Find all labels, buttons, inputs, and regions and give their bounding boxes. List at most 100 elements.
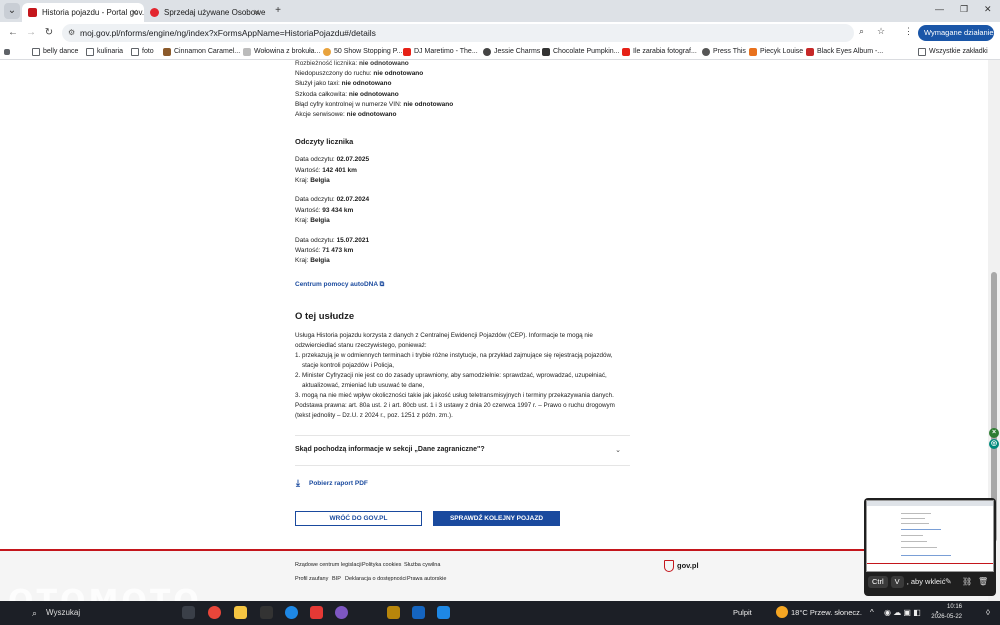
all-bookmarks[interactable]: Wszystkie zakładki [918, 46, 988, 58]
bookmark-foto[interactable]: foto [131, 46, 154, 58]
bookmark-piecyk-louise[interactable]: Piecyk Louise [749, 46, 803, 58]
bookmark-kulinaria[interactable]: kulinaria [86, 46, 123, 58]
explorer-folder-icon[interactable] [387, 606, 400, 619]
zoom-icon[interactable]: ⌕ [859, 26, 864, 37]
youtube-icon [403, 48, 411, 56]
notification-bell-icon[interactable]: ◊ [986, 606, 990, 619]
reload-icon[interactable]: ↻ [42, 26, 56, 40]
reading-date: Data odczytu: 15.07.2021 [295, 237, 370, 244]
footer-link-profil-zaufany[interactable]: Profil zaufany [295, 576, 328, 582]
clock-time[interactable]: 10:16 [940, 604, 962, 610]
bookmark-wolowina[interactable]: Wołowina z brokuła... [243, 46, 320, 58]
camera-app-icon[interactable] [260, 606, 273, 619]
check-another-vehicle-button[interactable]: SPRAWDŹ KOLEJNY POJAZD [433, 511, 560, 526]
bookmark-star-icon[interactable]: ☆ [877, 26, 885, 37]
tab-strip: ⌄ Historia pojazdu - Portal gov.pl ✕ Spr… [0, 0, 1000, 22]
footer-link-civil-service[interactable]: Służba cywilna [404, 562, 440, 568]
minimize-icon[interactable]: — [935, 4, 944, 14]
footer-link-bip[interactable]: BIP [332, 576, 341, 582]
odometer-heading: Odczyty licznika [295, 137, 354, 146]
bookmark-ile-zarabia[interactable]: Ile zarabia fotograf... [622, 46, 697, 58]
paste-hint: Ctrl V, aby wkleić [868, 576, 945, 588]
status-row-partial: Rozbieżność licznika: nie odnotowano [295, 60, 409, 67]
bookmark-black-eyes[interactable]: Black Eyes Album -... [806, 46, 883, 58]
status-row: Szkoda całkowita: nie odnotowano [295, 91, 399, 98]
clipboard-popup: Ctrl V, aby wkleić ✎ ⛓ 🗑 [864, 498, 996, 596]
outlook-icon[interactable] [412, 606, 425, 619]
folder-icon [86, 48, 94, 56]
browser-chrome: ⌄ Historia pojazdu - Portal gov.pl ✕ Spr… [0, 0, 1000, 66]
folder-icon [32, 48, 40, 56]
tab-historia-pojazdu[interactable]: Historia pojazdu - Portal gov.pl ✕ [22, 3, 144, 22]
reading-country: Kraj: Belgia [295, 217, 330, 224]
footer-link-copyright[interactable]: Prawa autorskie [407, 576, 446, 582]
close-tab-icon[interactable]: ✕ [253, 3, 260, 22]
gear-icon[interactable]: ◎ [989, 439, 999, 449]
taskbar-search[interactable]: ⌕ Wyszukaj [30, 605, 170, 621]
app-icon[interactable] [335, 606, 348, 619]
search-icon: ⌕ [32, 608, 38, 618]
reading-value: Wartość: 93 434 km [295, 207, 354, 214]
reading-value: Wartość: 142 401 km [295, 167, 357, 174]
tray-app-icons[interactable]: ◉ ☁ ▣ ◧ [884, 606, 921, 619]
close-circle-icon[interactable]: × [989, 428, 999, 438]
tab-otomoto[interactable]: Sprzedaj używane Osobowe | O ✕ [144, 3, 266, 22]
screenshot-thumbnail[interactable] [866, 500, 994, 572]
autodna-help-link[interactable]: Centrum pomocy autoDNA ⧉ [295, 281, 384, 289]
dropbox-icon[interactable] [437, 606, 450, 619]
back-to-govpl-button[interactable]: WRÓĆ DO GOV.PL [295, 511, 422, 526]
address-bar[interactable]: ⚙ moj.gov.pl/nforms/engine/ng/index?xFor… [62, 24, 854, 42]
bookmark-dj-maretimo[interactable]: DJ Maretimo - The... [403, 46, 478, 58]
reading-date: Data odczytu: 02.07.2025 [295, 156, 370, 163]
bookmark-50-show[interactable]: 50 Show Stopping P... [323, 46, 402, 58]
about-heading: O tej usłudze [295, 311, 355, 322]
footer-link-cookies[interactable]: Polityka cookies [362, 562, 401, 568]
status-row: Błąd cyfry kontrolnej w numerze VIN: nie… [295, 101, 454, 108]
divider [295, 465, 630, 466]
reading-value: Wartość: 71 473 km [295, 247, 354, 254]
close-window-icon[interactable]: ✕ [984, 4, 992, 15]
bookmark-belly-dance[interactable]: belly dance [32, 46, 78, 58]
new-tab-icon[interactable]: + [270, 3, 286, 19]
edit-icon[interactable]: ✎ [945, 577, 952, 586]
bookmark-cinnamon[interactable]: Cinnamon Caramel... [163, 46, 240, 58]
folder-icon [131, 48, 139, 56]
page-content: Rozbieżność licznika: nie odnotowano Nie… [0, 60, 988, 601]
file-explorer-icon[interactable] [234, 606, 247, 619]
tab-search-icon[interactable]: ⌄ [4, 3, 20, 19]
status-row: Służył jako taxi: nie odnotowano [295, 80, 392, 87]
footer-link-rcl[interactable]: Rządowe centrum legislacji [295, 562, 362, 568]
action-required-button[interactable]: Wymagane działanie ⋮ [918, 25, 994, 53]
browser-toolbar: ← → ↻ ⚙ moj.gov.pl/nforms/engine/ng/inde… [0, 22, 1000, 53]
reading-country: Kraj: Belgia [295, 177, 330, 184]
polish-emblem-icon [664, 560, 674, 572]
extensions-icon[interactable]: ⋮ [904, 26, 913, 37]
footer-link-accessibility[interactable]: Deklaracja o dostępności [345, 576, 406, 582]
clock-date[interactable]: 2026-05-22 [924, 614, 962, 620]
tray-overflow-icon[interactable]: ^ [870, 606, 874, 619]
maximize-icon[interactable]: ❐ [960, 4, 968, 15]
chrome-icon[interactable] [208, 606, 221, 619]
back-icon[interactable]: ← [6, 26, 20, 40]
forward-icon[interactable]: → [24, 26, 38, 40]
chevron-down-icon: ⌄ [615, 447, 621, 454]
external-link-icon: ⧉ [379, 281, 385, 288]
link-icon[interactable]: ⛓ [962, 577, 972, 586]
gov-favicon-icon [28, 8, 37, 17]
divider [295, 435, 630, 436]
desktop-label[interactable]: Pulpit [733, 606, 752, 619]
weather-text[interactable]: 18°C Przew. słonecz. [791, 606, 862, 619]
site-info-icon[interactable]: ⚙ [68, 24, 75, 42]
office-icon[interactable] [310, 606, 323, 619]
bookmark-chocolate[interactable]: Chocolate Pumpkin... [542, 46, 620, 58]
govpl-logo[interactable]: gov.pl [677, 561, 699, 570]
download-icon: ⤓ [296, 478, 300, 488]
task-view-icon[interactable] [182, 606, 195, 619]
bookmark-jessie-charms[interactable]: Jessie Charms [483, 46, 540, 58]
close-tab-icon[interactable]: ✕ [131, 3, 138, 22]
trash-icon[interactable]: 🗑 [978, 577, 988, 586]
download-pdf-link[interactable]: ⤓ Pobierz raport PDF [296, 478, 368, 488]
bookmark-press-this[interactable]: Press This [702, 46, 746, 58]
edge-icon[interactable] [285, 606, 298, 619]
foreign-data-accordion[interactable]: Skąd pochodzą informacje w sekcji „Dane … [295, 446, 625, 458]
